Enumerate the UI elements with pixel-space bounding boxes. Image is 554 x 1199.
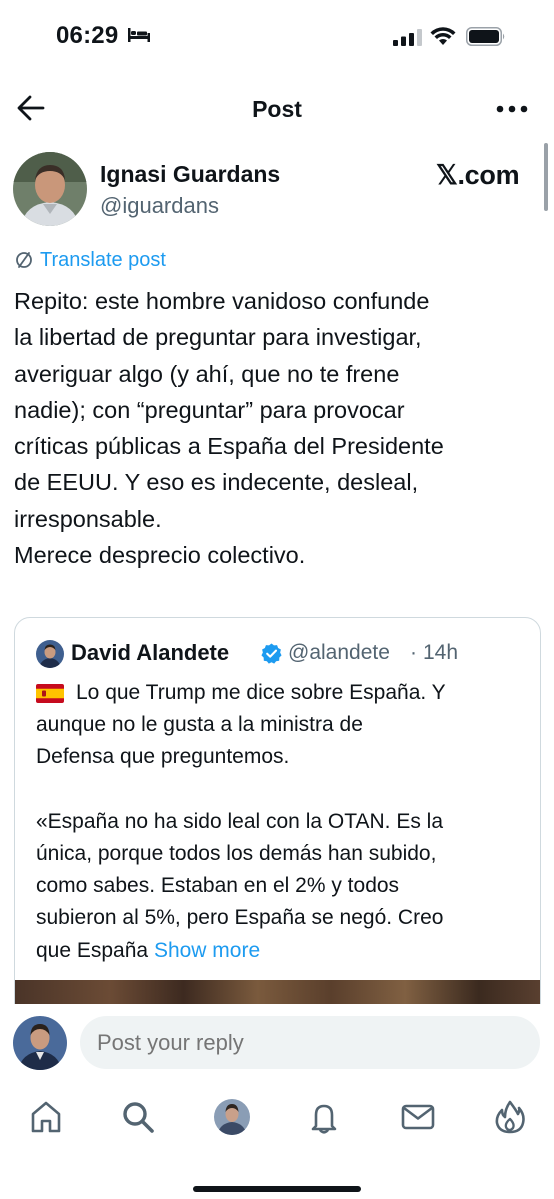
verified-icon: [261, 643, 282, 664]
quote-line: subieron al 5%, pero España se negó. Cre…: [36, 906, 444, 930]
quote-author-handle[interactable]: @alandete: [288, 641, 390, 665]
quote-author-avatar[interactable]: [36, 640, 64, 668]
post-line: irresponsable.: [14, 505, 162, 532]
translate-icon: [16, 252, 32, 268]
page-title: Post: [252, 96, 302, 122]
quote-line: [36, 774, 536, 806]
translate-post-link[interactable]: Translate post: [14, 248, 166, 272]
search-icon[interactable]: [120, 1099, 156, 1135]
post-line: Merece desprecio colectivo.: [14, 542, 306, 569]
post-line: averiguar algo (y ahí, que no te frene: [14, 360, 400, 387]
reply-input[interactable]: [80, 1016, 540, 1069]
notifications-icon[interactable]: [306, 1099, 342, 1135]
quote-author-name[interactable]: David Alandete: [71, 640, 229, 666]
author-name[interactable]: Ignasi Guardans: [100, 161, 280, 188]
separator-dot: ·: [410, 641, 417, 664]
quote-line-text: que España: [36, 938, 154, 962]
status-time: 06:29: [56, 22, 119, 49]
wifi-icon: [430, 27, 456, 45]
quote-line: Lo que Trump me dice sobre España. Y: [76, 681, 446, 704]
show-more-link[interactable]: Show more: [154, 939, 260, 962]
bottom-tab-bar: [0, 1084, 554, 1199]
quote-line: aunque no le gusta a la ministra de: [36, 713, 363, 737]
post-line: Repito: este hombre vanidoso confunde: [14, 288, 430, 314]
more-icon[interactable]: [496, 104, 528, 114]
quote-line: Defensa que preguntemos.: [36, 745, 290, 769]
scrollbar[interactable]: [544, 143, 548, 211]
status-bar: 06:29: [0, 0, 554, 76]
translate-label: Translate post: [40, 248, 166, 271]
quote-text: Lo que Trump me dice sobre España. Y aun…: [36, 677, 536, 967]
top-nav-bar: Post: [0, 76, 554, 140]
quote-line: única, porque todos los demás han subido…: [36, 842, 437, 866]
post-line: críticas públicas a España del President…: [14, 433, 444, 460]
post-text: Repito: este hombre vanidoso confunde la…: [14, 283, 544, 573]
home-icon[interactable]: [28, 1099, 64, 1135]
home-indicator[interactable]: [193, 1186, 361, 1192]
post-line: de EEUU. Y eso es indecente, desleal,: [14, 469, 419, 496]
battery-icon: [466, 27, 505, 46]
user-avatar[interactable]: [13, 1016, 67, 1070]
grok-icon[interactable]: [214, 1099, 250, 1135]
x-logo: 𝕏.com: [436, 160, 520, 190]
quote-line-last: que España Show more: [36, 935, 536, 967]
fire-icon[interactable]: [492, 1099, 528, 1135]
messages-icon[interactable]: [400, 1099, 436, 1135]
signal-icon: [393, 29, 422, 46]
post-line: la libertad de preguntar para investigar…: [14, 324, 422, 351]
quote-line: «España no ha sido leal con la OTAN. Es …: [36, 809, 444, 833]
author-avatar[interactable]: [13, 152, 87, 226]
quote-timestamp[interactable]: 14h: [423, 641, 458, 665]
reply-bar: [0, 1004, 554, 1084]
quoted-post[interactable]: David Alandete @alandete · 14h Lo que Tr…: [14, 617, 541, 1057]
quote-line: como sabes. Estaban en el 2% y todos: [36, 874, 400, 898]
bed-icon: [128, 28, 150, 42]
author-handle[interactable]: @iguardans: [100, 193, 219, 219]
post-line: nadie); con “preguntar” para provocar: [14, 396, 405, 423]
